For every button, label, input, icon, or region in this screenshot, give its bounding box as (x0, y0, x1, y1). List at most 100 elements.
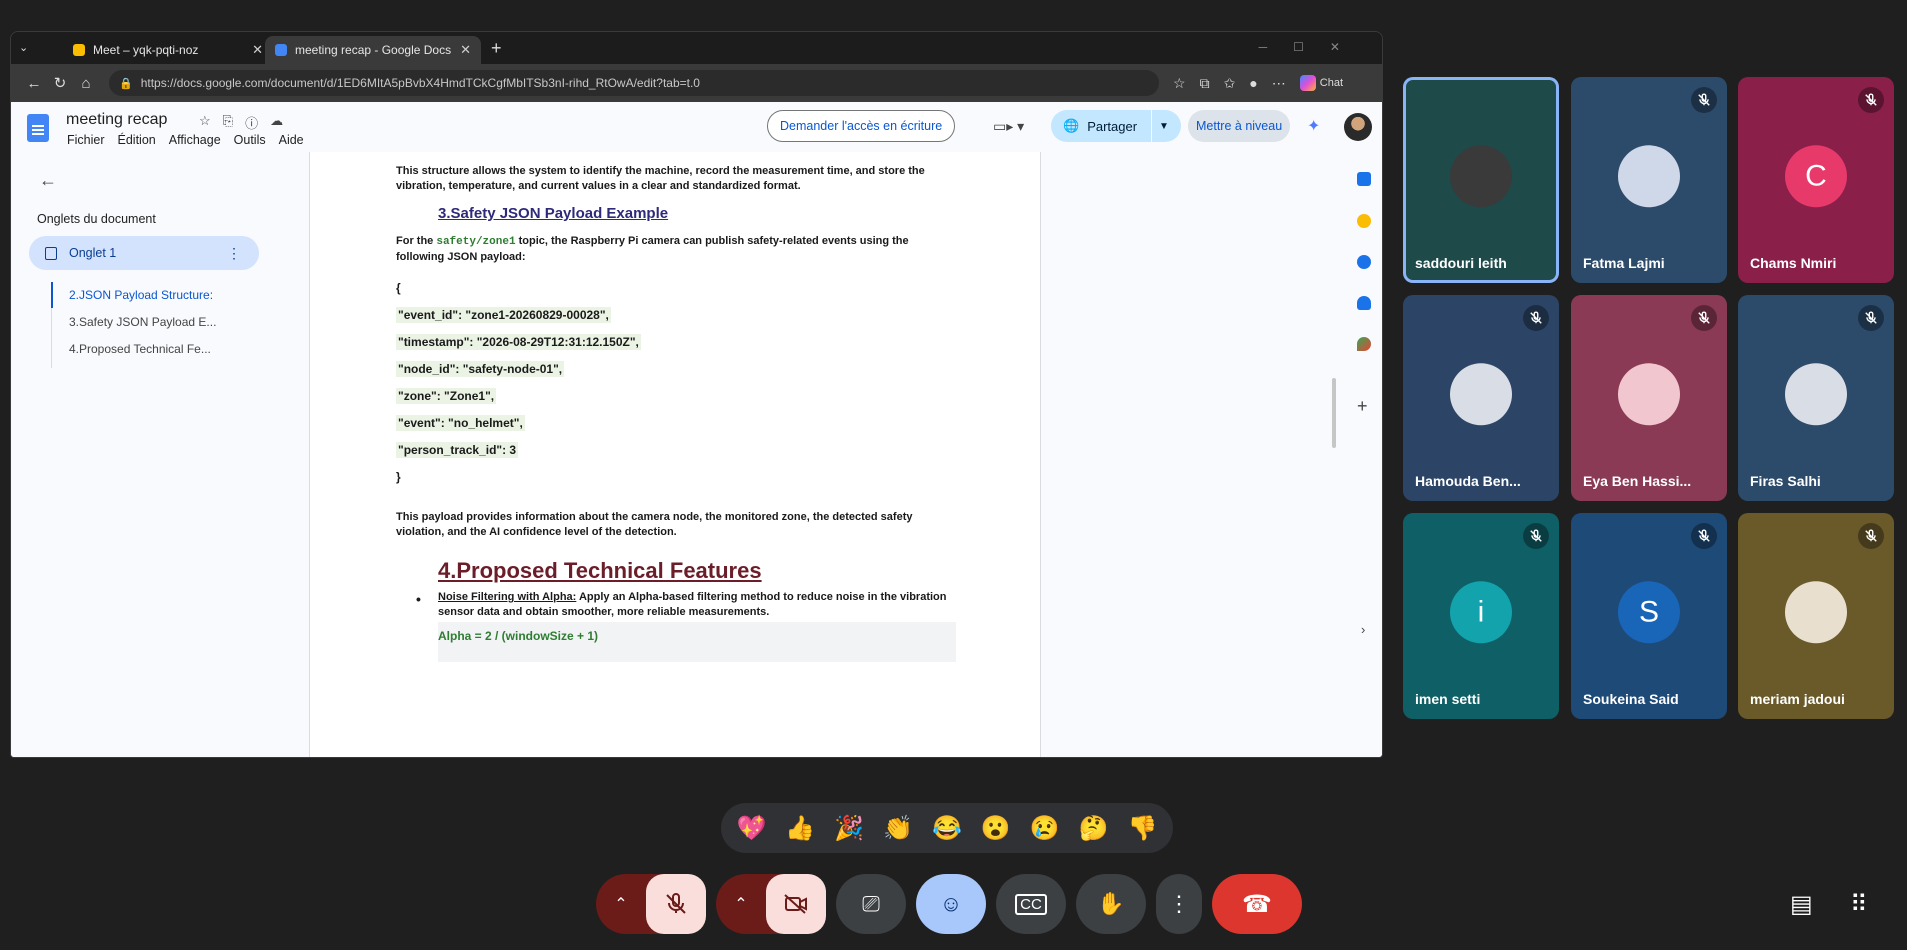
favorites-icon[interactable]: ✩ (1224, 75, 1236, 92)
back-arrow-icon[interactable]: ← (39, 170, 57, 191)
reaction-surprised[interactable]: 😮 (978, 814, 1014, 843)
participant-tile[interactable]: meriam jadoui (1738, 513, 1894, 719)
tab-actions-icon[interactable]: ⌄ (19, 41, 37, 57)
copilot-chat-button[interactable]: Chat (1299, 75, 1344, 91)
reaction-party[interactable]: 🎉 (831, 814, 867, 843)
mic-off-icon (1858, 523, 1884, 549)
reaction-clap[interactable]: 👏 (880, 814, 916, 843)
tab-docs[interactable]: meeting recap - Google Docs ✕ (265, 36, 481, 64)
leave-call-button[interactable]: ☎ (1212, 874, 1302, 934)
menu-edition[interactable]: Édition (118, 133, 156, 147)
url-field[interactable]: 🔒 https://docs.google.com/document/d/1ED… (109, 70, 1159, 96)
add-addon-icon[interactable]: + (1357, 396, 1368, 417)
participant-name: meriam jadoui (1750, 691, 1845, 707)
home-icon[interactable]: ⌂ (73, 75, 99, 92)
participant-tile[interactable]: Eya Ben Hassi... (1571, 295, 1727, 501)
window-controls[interactable]: ─☐✕ (1259, 40, 1366, 54)
end-call-icon: ☎ (1242, 890, 1272, 918)
request-edit-access-button[interactable]: Demander l'accès en écriture (767, 110, 956, 142)
captions-button[interactable]: CC (996, 874, 1066, 934)
new-tab-icon[interactable]: + (491, 38, 502, 59)
scrollbar[interactable] (1332, 378, 1336, 448)
share-button[interactable]: 🌐 Partager ▼ (1051, 110, 1181, 142)
maps-icon[interactable] (1357, 337, 1371, 351)
document-tab-1[interactable]: Onglet 1 ⋮ (29, 236, 259, 270)
video-options-chevron-icon[interactable]: ⌃ (716, 894, 766, 914)
chevron-right-icon[interactable]: › (1361, 622, 1365, 637)
browser-menu-icon[interactable]: ⋯ (1272, 75, 1286, 92)
participant-tile[interactable]: Hamouda Ben... (1403, 295, 1559, 501)
captions-icon: CC (1015, 893, 1047, 915)
google-docs-app: meeting recap ☆ ⎘ ⓘ ☁ Fichier Édition Af… (11, 102, 1382, 757)
camera-off-icon[interactable] (766, 874, 826, 934)
participant-name: Chams Nmiri (1750, 255, 1837, 271)
participant-tile[interactable]: C Chams Nmiri (1738, 77, 1894, 283)
activities-icon[interactable]: ⠿ (1850, 890, 1868, 919)
chat-icon[interactable]: ▤ (1790, 890, 1813, 919)
extensions-icon[interactable]: ⧉ (1200, 75, 1210, 92)
outline-item[interactable]: 3.Safety JSON Payload E... (69, 315, 216, 329)
outline-item[interactable]: 2.JSON Payload Structure: (69, 288, 213, 302)
paragraph: For the safety/zone1 topic, the Raspberr… (396, 235, 909, 263)
close-icon[interactable]: ✕ (460, 42, 471, 58)
raise-hand-button[interactable]: ✋ (1076, 874, 1146, 934)
reaction-thumbs-down[interactable]: 👎 (1124, 814, 1160, 843)
mic-off-icon (1858, 305, 1884, 331)
upgrade-button[interactable]: Mettre à niveau (1188, 110, 1291, 142)
tab-meet[interactable]: Meet – yqk-pqti-noz ✕ (63, 36, 273, 64)
emoji-icon: ☺ (939, 891, 963, 916)
outline-item[interactable]: 4.Proposed Technical Fe... (69, 342, 211, 356)
reaction-sad[interactable]: 😢 (1027, 814, 1063, 843)
share-label: Partager (1087, 118, 1138, 134)
calendar-icon[interactable] (1357, 172, 1371, 186)
cloud-status-icon[interactable]: ☁ (270, 113, 283, 132)
json-line: "timestamp": "2026-08-29T12:31:12.150Z", (396, 334, 641, 350)
mic-off-icon[interactable] (646, 874, 706, 934)
star-icon[interactable]: ☆ (1173, 75, 1186, 92)
gemini-icon[interactable]: ✦ (1307, 116, 1320, 136)
avatar: i (1450, 581, 1512, 644)
side-panel-rail: + › (1041, 152, 1382, 757)
present-button[interactable]: ⎚ (836, 874, 906, 934)
menu-outils[interactable]: Outils (234, 133, 266, 147)
more-vertical-icon[interactable]: ⋮ (227, 245, 241, 262)
reaction-thinking[interactable]: 🤔 (1076, 814, 1112, 843)
globe-icon: 🌐 (1063, 118, 1080, 133)
menu-aide[interactable]: Aide (279, 133, 304, 147)
document-title[interactable]: meeting recap (66, 111, 167, 129)
participant-tile[interactable]: S Soukeina Said (1571, 513, 1727, 719)
reaction-laugh[interactable]: 😂 (929, 814, 965, 843)
more-icon: ⋮ (1168, 891, 1190, 916)
star-icon[interactable]: ☆ (199, 113, 211, 132)
menu-fichier[interactable]: Fichier (67, 133, 105, 147)
reaction-thumbs-up[interactable]: 👍 (782, 814, 818, 843)
participant-tile[interactable]: saddouri leith (1403, 77, 1559, 283)
participant-tile[interactable]: Fatma Lajmi (1571, 77, 1727, 283)
contacts-icon[interactable] (1357, 296, 1371, 310)
info-icon[interactable]: ⓘ (245, 113, 258, 132)
docs-logo-icon[interactable] (27, 114, 49, 142)
more-options-button[interactable]: ⋮ (1156, 874, 1202, 934)
emoji-button[interactable]: ☺ (916, 874, 986, 934)
keep-icon[interactable] (1357, 214, 1371, 228)
move-icon[interactable]: ⎘ (223, 113, 233, 132)
chat-label: Chat (1319, 77, 1344, 89)
lock-icon: 🔒 (119, 77, 133, 90)
document-page[interactable]: This structure allows the system to iden… (309, 152, 1041, 757)
tasks-icon[interactable] (1357, 255, 1371, 269)
avatar[interactable] (1344, 113, 1372, 141)
meet-favicon-icon (73, 44, 85, 56)
url-text: https://docs.google.com/document/d/1ED6M… (140, 76, 700, 90)
back-icon[interactable]: ← (21, 75, 47, 92)
participant-tile[interactable]: i imen setti (1403, 513, 1559, 719)
reload-icon[interactable]: ↻ (47, 74, 73, 92)
close-icon[interactable]: ✕ (252, 42, 263, 58)
share-dropdown-icon[interactable]: ▼ (1159, 121, 1169, 132)
menu-affichage[interactable]: Affichage (169, 133, 221, 147)
participant-name: imen setti (1415, 691, 1481, 707)
reaction-heart[interactable]: 💖 (733, 814, 769, 843)
audio-options-chevron-icon[interactable]: ⌃ (596, 894, 646, 914)
profile-icon[interactable]: ● (1249, 75, 1257, 91)
participant-tile[interactable]: Firas Salhi (1738, 295, 1894, 501)
meet-camera-icon[interactable]: ▭▸ ▾ (993, 118, 1024, 135)
